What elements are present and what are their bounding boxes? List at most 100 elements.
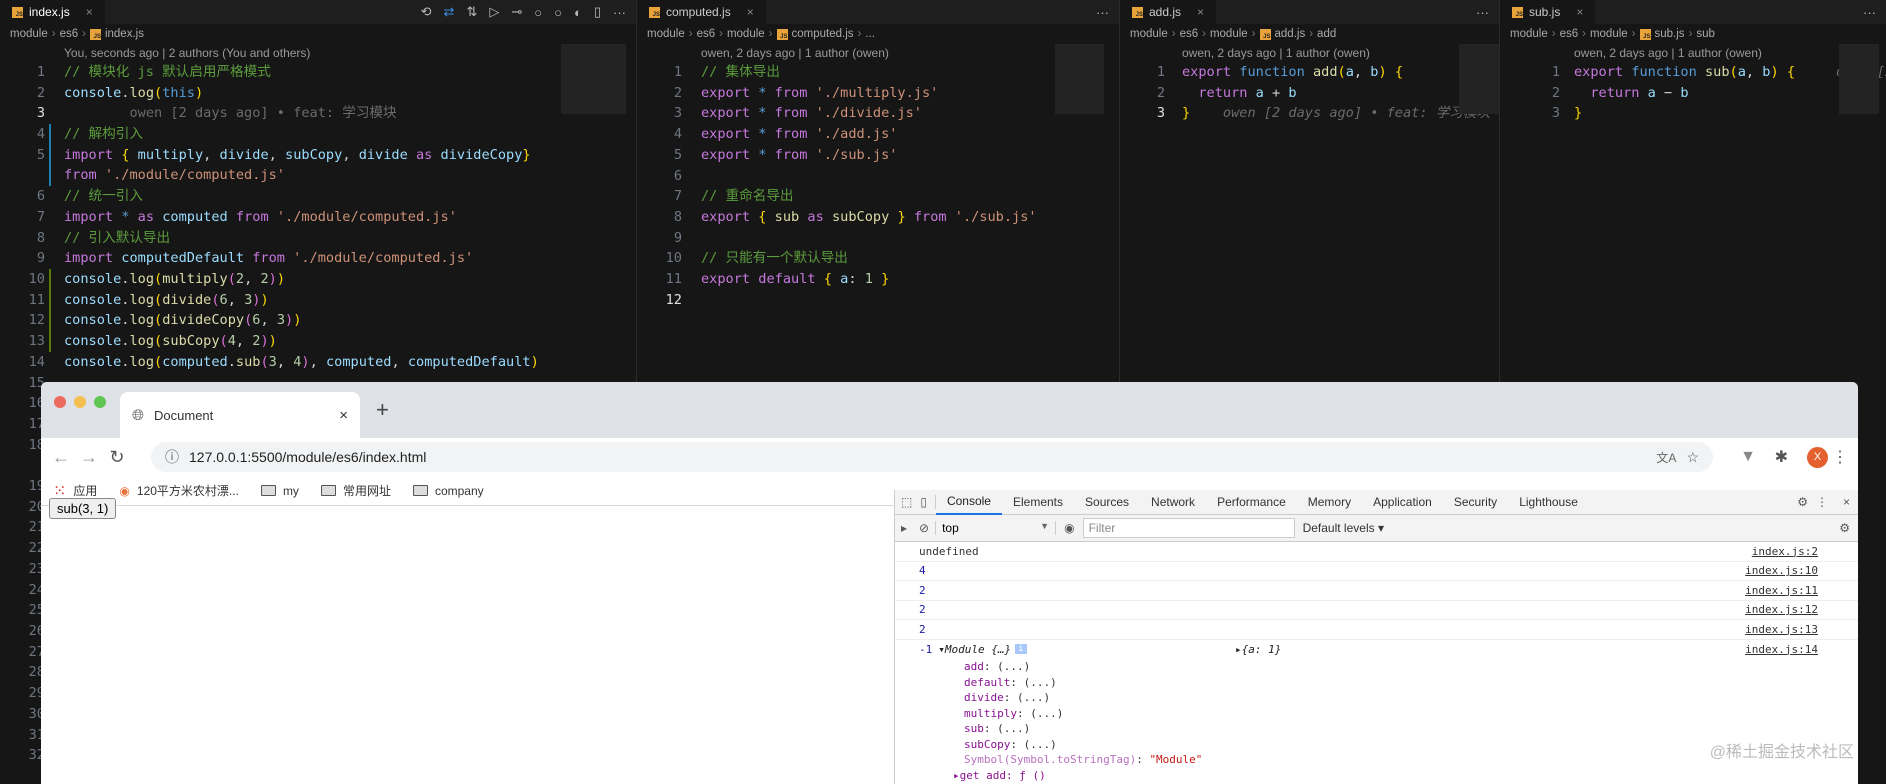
breadcrumb-item[interactable]: index.js: [105, 28, 144, 40]
extensions-icon[interactable]: ✱: [1775, 447, 1788, 467]
address-bar[interactable]: ⓘ 127.0.0.1:5500/module/es6/index.html 文…: [151, 442, 1713, 472]
source-link[interactable]: index.js:12: [1745, 603, 1818, 616]
tab-application[interactable]: Application: [1362, 490, 1443, 515]
module-prop[interactable]: sub: (...): [895, 721, 1858, 737]
more-icon[interactable]: ···: [1096, 5, 1109, 20]
code-content[interactable]: export function add(a, b) { return a + b…: [1182, 62, 1490, 124]
inspect-element-icon[interactable]: ⬚: [895, 495, 918, 509]
more-options-icon[interactable]: ⋮: [1816, 495, 1828, 509]
console-settings-icon[interactable]: ⚙: [1839, 521, 1850, 535]
prev-change-icon[interactable]: ○: [534, 5, 542, 20]
tab-memory[interactable]: Memory: [1297, 490, 1362, 515]
reload-button[interactable]: ↻: [103, 447, 131, 468]
breadcrumb-item[interactable]: es6: [1180, 28, 1199, 40]
browser-menu-icon[interactable]: ⋮: [1832, 447, 1848, 467]
more-icon[interactable]: ···: [1863, 5, 1876, 20]
breadcrumb-item[interactable]: module: [647, 28, 685, 40]
tab-computed-js[interactable]: JS computed.js ×: [637, 0, 766, 24]
bookmark-star-icon[interactable]: ☆: [1686, 449, 1699, 466]
minimap[interactable]: [1459, 44, 1499, 114]
bookmark-item[interactable]: company: [412, 484, 484, 498]
breadcrumb-item[interactable]: es6: [697, 28, 716, 40]
translate-icon[interactable]: 文A: [1656, 449, 1676, 466]
close-icon[interactable]: ×: [86, 5, 93, 19]
tab-network[interactable]: Network: [1140, 490, 1206, 515]
compare-icon[interactable]: ⇅: [466, 4, 477, 20]
tab-sources[interactable]: Sources: [1074, 490, 1140, 515]
bookmark-item[interactable]: my: [260, 484, 299, 498]
minimize-window-button[interactable]: [74, 396, 86, 408]
breadcrumb-item[interactable]: ...: [865, 28, 875, 40]
breadcrumb-item[interactable]: es6: [60, 28, 79, 40]
source-link[interactable]: index.js:11: [1745, 584, 1818, 597]
tab-index-js[interactable]: JS index.js ×: [0, 0, 105, 24]
breadcrumb-item[interactable]: module: [10, 28, 48, 40]
close-tab-icon[interactable]: ×: [339, 407, 348, 424]
default-object-toggle[interactable]: ▸{a: 1}: [1235, 643, 1281, 656]
live-expression-icon[interactable]: ◉: [1056, 521, 1082, 535]
minimap[interactable]: [561, 44, 626, 114]
tab-add-js[interactable]: JS add.js ×: [1120, 0, 1217, 24]
split-editor-icon[interactable]: ▯: [594, 4, 601, 20]
minimap[interactable]: [1055, 44, 1104, 114]
tab-lighthouse[interactable]: Lighthouse: [1508, 490, 1589, 515]
device-toolbar-icon[interactable]: ▯: [918, 495, 936, 509]
tab-security[interactable]: Security: [1443, 490, 1508, 515]
source-link[interactable]: index.js:14: [1745, 643, 1818, 656]
git-commit-icon[interactable]: ⊸: [511, 4, 522, 20]
breadcrumb-item[interactable]: add.js: [1275, 28, 1306, 40]
close-icon[interactable]: ×: [1197, 5, 1204, 19]
browser-tab[interactable]: 🌐︎ Document ×: [120, 392, 360, 438]
info-icon[interactable]: ⓘ: [165, 447, 179, 467]
profile-avatar[interactable]: X: [1807, 446, 1828, 468]
run-icon[interactable]: ▷: [489, 4, 499, 20]
module-prop[interactable]: divide: (...): [895, 690, 1858, 706]
breadcrumb-item[interactable]: module: [1590, 28, 1628, 40]
close-window-button[interactable]: [54, 396, 66, 408]
breadcrumb-item[interactable]: module: [1130, 28, 1168, 40]
breadcrumb-item[interactable]: add: [1317, 28, 1336, 40]
sub-button[interactable]: sub(3, 1): [49, 498, 117, 519]
source-link[interactable]: index.js:13: [1745, 623, 1818, 636]
breadcrumb-item[interactable]: module: [1510, 28, 1548, 40]
git-lens-icon[interactable]: ◐: [574, 5, 582, 20]
more-icon[interactable]: ···: [1476, 5, 1489, 20]
bookmark-item[interactable]: 常用网址: [320, 482, 391, 499]
breadcrumb-item[interactable]: module: [1210, 28, 1248, 40]
breadcrumb-item[interactable]: es6: [1560, 28, 1579, 40]
breadcrumb-item[interactable]: module: [727, 28, 765, 40]
module-prop[interactable]: add: (...): [895, 659, 1858, 675]
bookmark-item[interactable]: ◉ 120平方米农村漂...: [119, 482, 239, 499]
next-change-icon[interactable]: ○: [554, 5, 562, 20]
minimap[interactable]: [1839, 44, 1879, 114]
sync-icon[interactable]: ⇄: [444, 4, 455, 20]
settings-icon[interactable]: ⚙: [1797, 495, 1808, 509]
close-icon[interactable]: ×: [1576, 5, 1583, 19]
filter-input[interactable]: Filter: [1082, 518, 1295, 538]
context-select[interactable]: top ▼: [936, 521, 1057, 535]
tab-elements[interactable]: Elements: [1002, 490, 1074, 515]
tab-sub-js[interactable]: JS sub.js ×: [1500, 0, 1596, 24]
source-link[interactable]: index.js:10: [1745, 564, 1818, 577]
code-content[interactable]: // 集体导出 export * from './multiply.js' expo…: [701, 62, 1037, 310]
tab-performance[interactable]: Performance: [1206, 490, 1297, 515]
sidebar-toggle-icon[interactable]: ▸: [895, 521, 913, 535]
module-prop[interactable]: default: (...): [895, 675, 1858, 691]
breadcrumb-item[interactable]: computed.js: [792, 28, 854, 40]
close-devtools-icon[interactable]: ×: [1843, 495, 1850, 509]
maximize-window-button[interactable]: [94, 396, 106, 408]
vue-devtools-icon[interactable]: ▼: [1740, 448, 1756, 466]
back-button[interactable]: ←: [47, 447, 75, 468]
close-icon[interactable]: ×: [747, 5, 754, 19]
history-icon[interactable]: ⟲: [421, 4, 432, 20]
new-tab-button[interactable]: +: [376, 397, 389, 423]
breadcrumb-item[interactable]: sub: [1696, 28, 1715, 40]
forward-button[interactable]: →: [75, 447, 103, 468]
breadcrumb-item[interactable]: sub.js: [1655, 28, 1685, 40]
source-link[interactable]: index.js:2: [1752, 545, 1818, 558]
tab-console[interactable]: Console: [935, 490, 1002, 515]
clear-console-icon[interactable]: ⊘: [913, 521, 937, 535]
getter-add[interactable]: ▸get add: ƒ (): [895, 768, 1858, 784]
log-levels-dropdown[interactable]: Default levels ▾: [1303, 521, 1384, 535]
module-prop[interactable]: multiply: (...): [895, 706, 1858, 722]
